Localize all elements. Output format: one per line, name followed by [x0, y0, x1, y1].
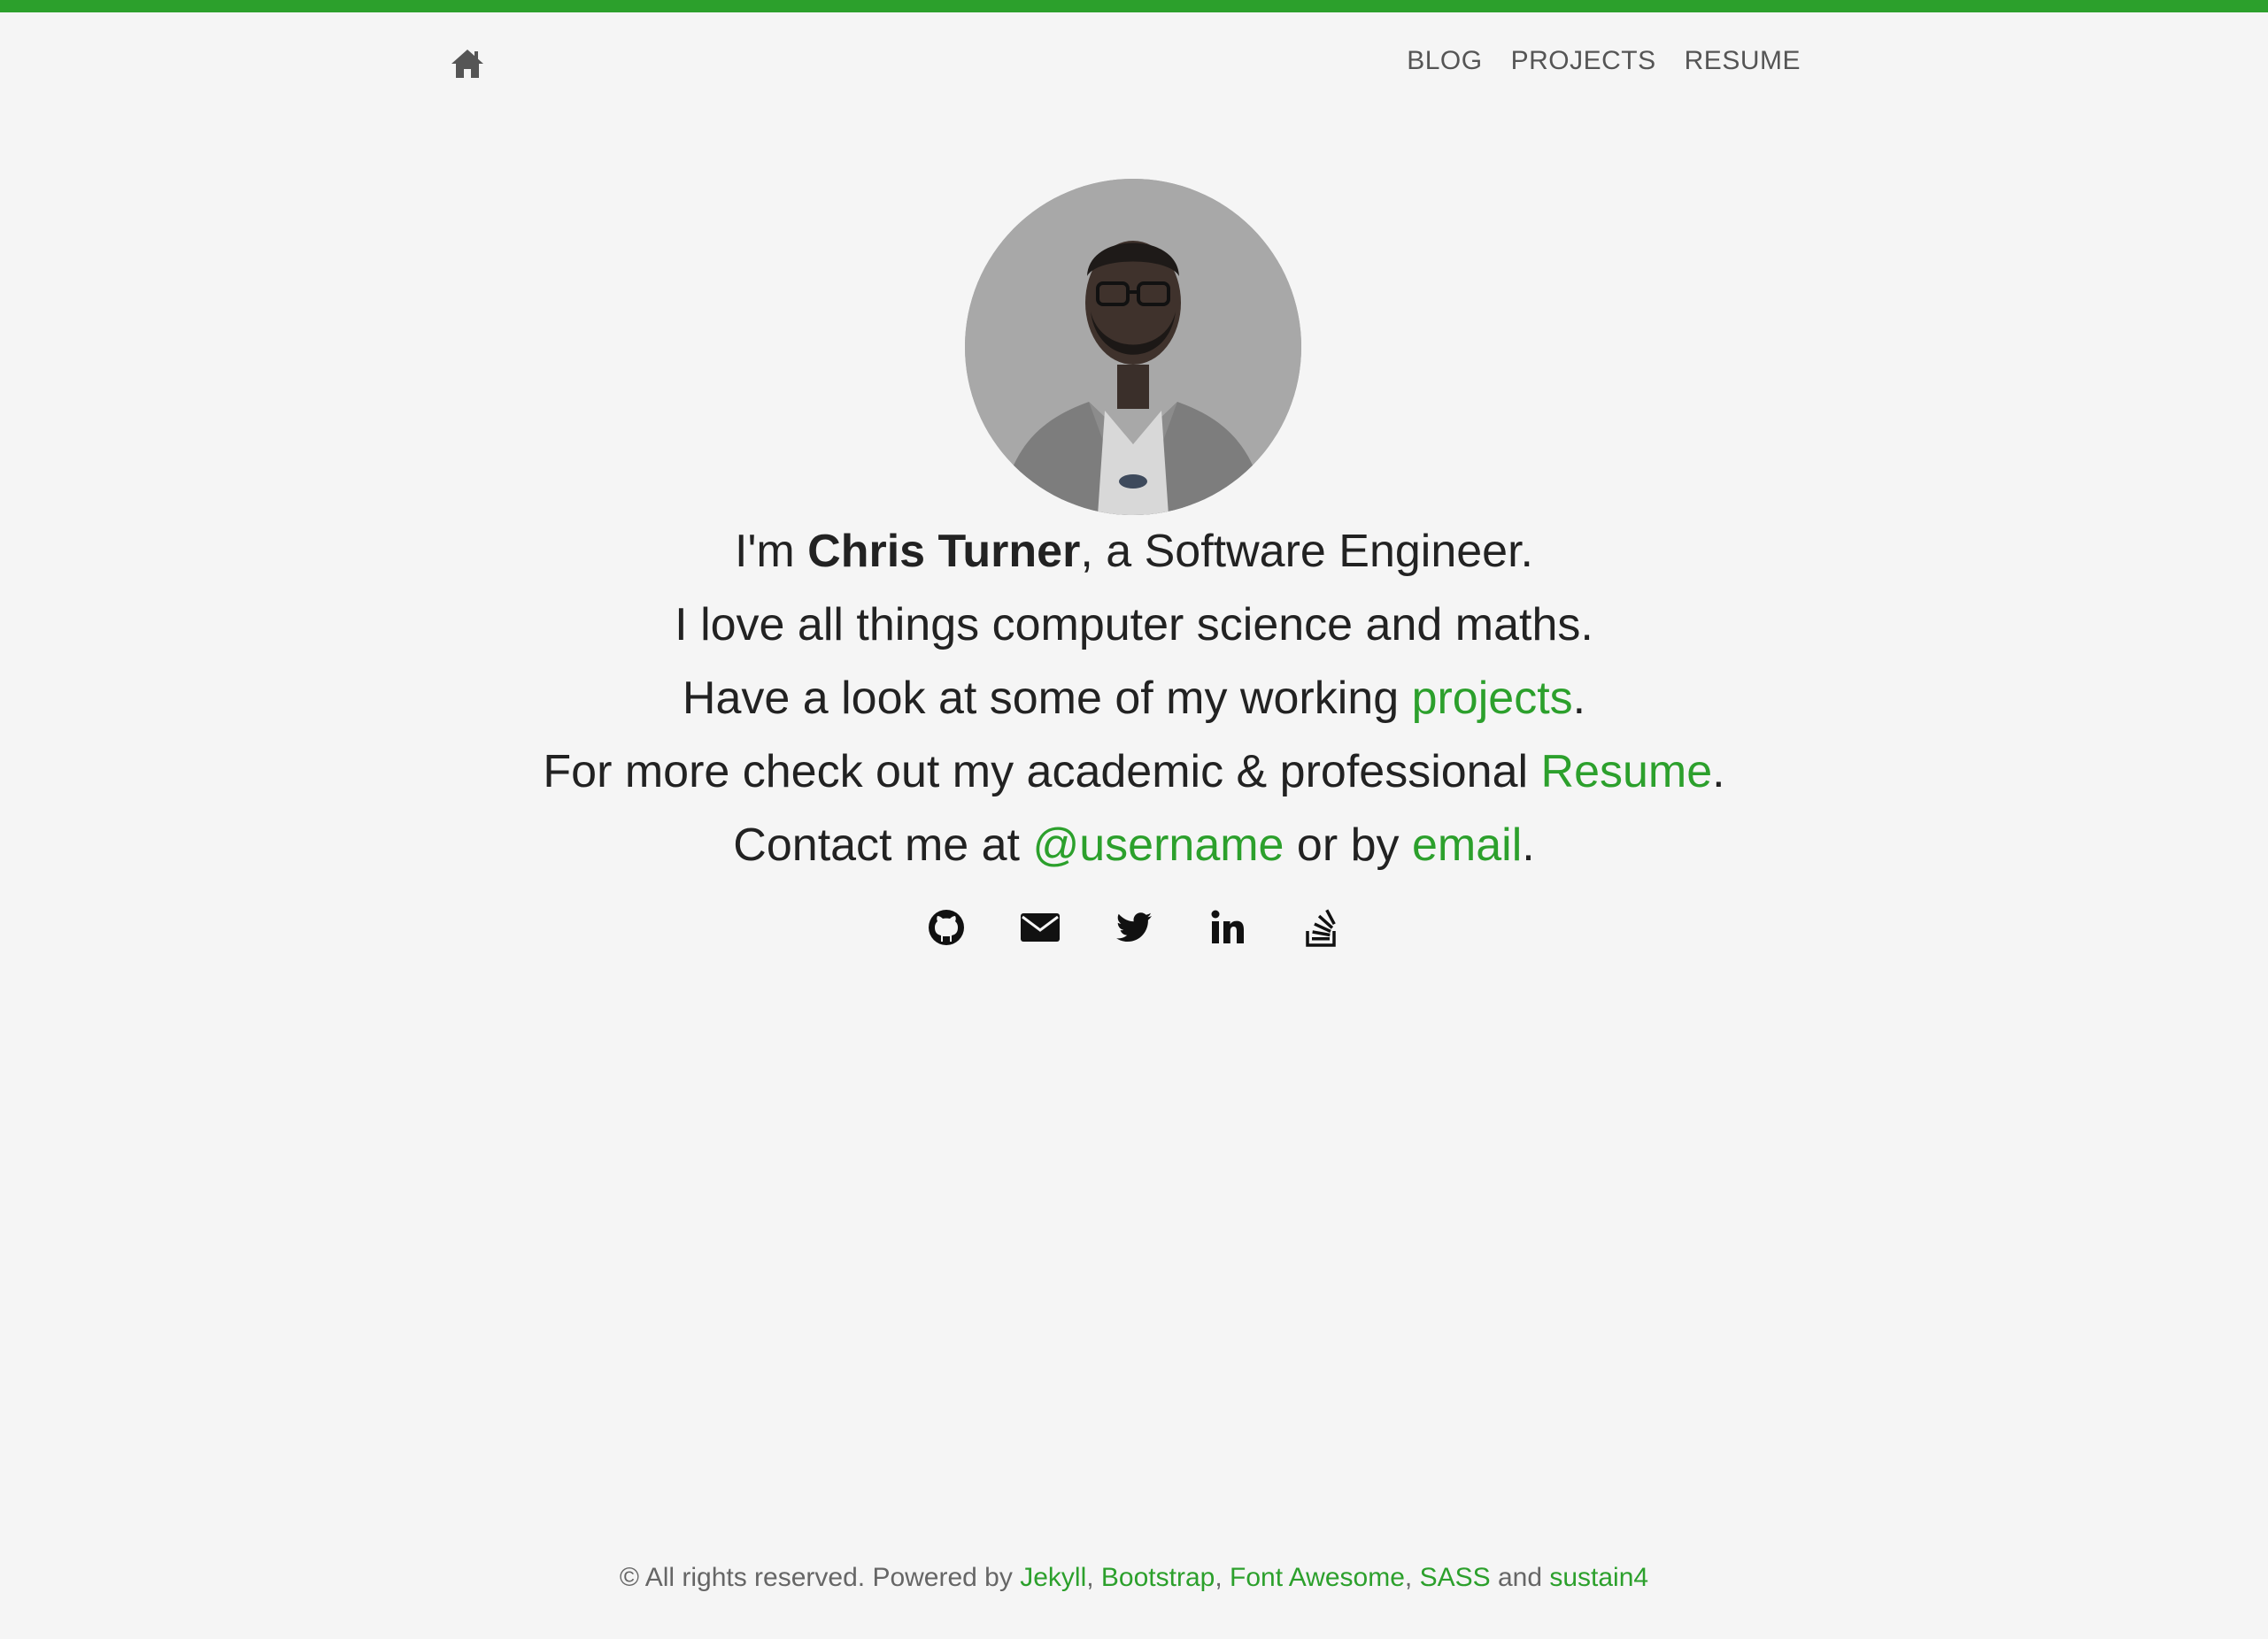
contact-middle: or by [1284, 820, 1412, 871]
footer-link-jekyll[interactable]: Jekyll [1020, 1563, 1086, 1592]
footer-sep: , [1086, 1563, 1101, 1592]
intro-prefix: I'm [735, 526, 808, 577]
github-link[interactable] [925, 906, 968, 949]
nav-link-blog[interactable]: BLOG [1407, 46, 1482, 76]
footer-sep: , [1215, 1563, 1230, 1592]
footer-link-sustain4[interactable]: sustain4 [1549, 1563, 1648, 1592]
linkedin-link[interactable] [1207, 906, 1249, 949]
contact-suffix: . [1522, 820, 1535, 871]
intro-suffix: , a Software Engineer. [1080, 526, 1533, 577]
projects-suffix: . [1572, 673, 1586, 724]
stack-overflow-icon [1306, 909, 1336, 947]
username-link[interactable]: @username [1032, 820, 1284, 871]
bio-line-resume: For more check out my academic & profess… [0, 735, 2268, 809]
stack-overflow-link[interactable] [1300, 906, 1343, 949]
twitter-link[interactable] [1113, 906, 1155, 949]
resume-prefix: For more check out my academic & profess… [543, 746, 1541, 797]
bio-line-contact: Contact me at @username or by email. [0, 809, 2268, 882]
email-social-link[interactable] [1019, 906, 1061, 949]
profile-avatar [965, 179, 1301, 515]
footer-prefix: © All rights reserved. Powered by [619, 1563, 1021, 1592]
home-icon [451, 50, 483, 78]
nav-link-projects[interactable]: PROJECTS [1511, 46, 1656, 76]
footer-link-bootstrap[interactable]: Bootstrap [1101, 1563, 1215, 1592]
footer-and: and [1490, 1563, 1550, 1592]
footer-link-sass[interactable]: SASS [1420, 1563, 1491, 1592]
nav-link-resume[interactable]: RESUME [1685, 46, 1801, 76]
nav-links: BLOG PROJECTS RESUME [1407, 46, 1801, 76]
bio-text: I'm Chris Turner, a Software Engineer. I… [0, 515, 2268, 882]
author-name: Chris Turner [807, 526, 1081, 577]
contact-prefix: Contact me at [733, 820, 1033, 871]
home-link[interactable] [450, 48, 485, 80]
bio-line-intro: I'm Chris Turner, a Software Engineer. [0, 515, 2268, 589]
resume-link[interactable]: Resume [1541, 746, 1713, 797]
footer-link-font-awesome[interactable]: Font Awesome [1230, 1563, 1405, 1592]
linkedin-icon [1211, 910, 1244, 943]
social-links [0, 906, 2268, 949]
footer: © All rights reserved. Powered by Jekyll… [0, 1563, 2268, 1593]
bio-line-interests: I love all things computer science and m… [675, 599, 1593, 650]
page: BLOG PROJECTS RESUME I'm Chris Turner, a… [0, 0, 2268, 1639]
twitter-icon [1116, 912, 1152, 942]
profile-photo [965, 179, 1301, 515]
accent-top-bar [0, 0, 2268, 12]
resume-suffix: . [1712, 746, 1725, 797]
projects-prefix: Have a look at some of my working [682, 673, 1412, 724]
envelope-icon [1021, 913, 1060, 942]
navbar: BLOG PROJECTS RESUME [0, 12, 2268, 113]
footer-sep: , [1404, 1563, 1420, 1592]
email-link[interactable]: email [1412, 820, 1522, 871]
github-icon [929, 910, 964, 945]
projects-link[interactable]: projects [1412, 673, 1573, 724]
bio-line-projects: Have a look at some of my working projec… [0, 662, 2268, 735]
